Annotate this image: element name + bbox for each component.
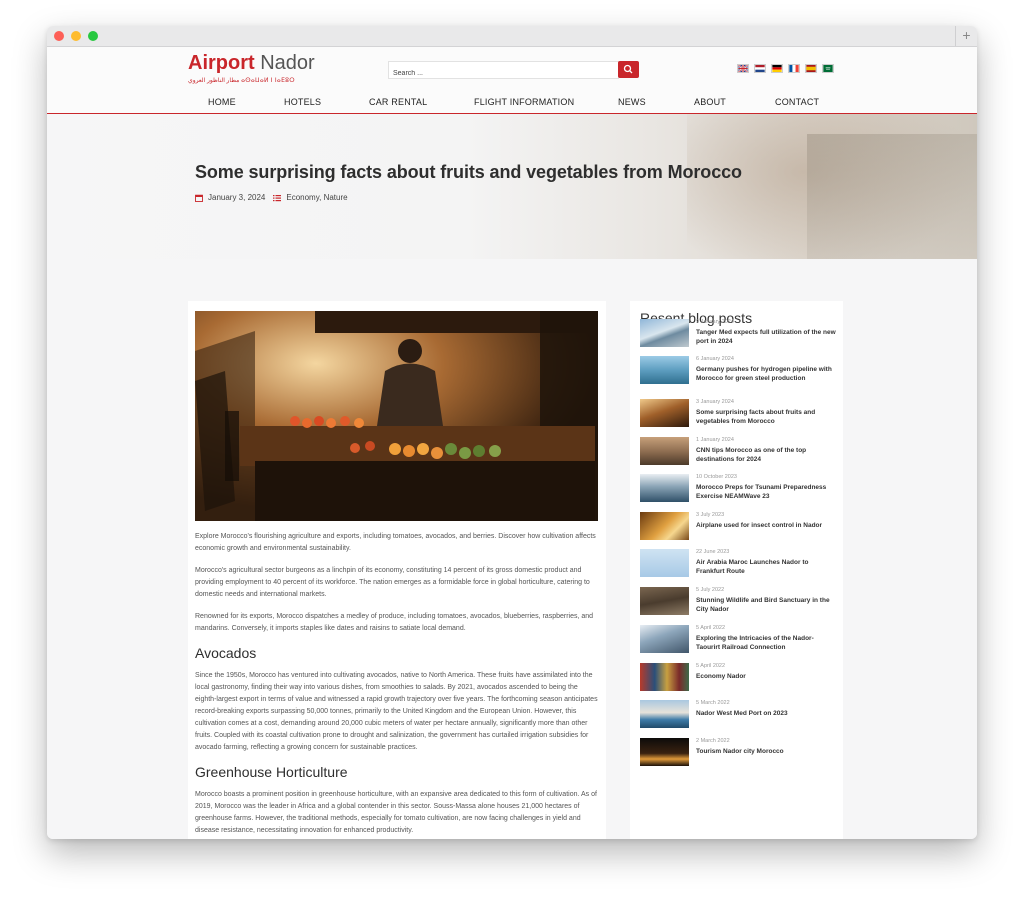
search-input[interactable]: [389, 65, 593, 82]
article-body: Explore Morocco's flourishing agricultur…: [195, 531, 600, 839]
post-date: 5 July 2022: [696, 587, 725, 593]
post-hero-banner: Some surprising facts about fruits and v…: [47, 114, 977, 259]
post-date: 22 June 2023: [696, 549, 730, 555]
paragraph-avocados: Since the 1950s, Morocco has ventured in…: [195, 672, 598, 751]
main-navigation: HOME HOTELS CAR RENTAL FLIGHT INFORMATIO…: [207, 97, 847, 109]
post-meta: January 3, 2024 Economy, Nature: [195, 193, 348, 202]
post-title: Some surprising facts about fruits and v…: [195, 162, 742, 182]
spain-flag-icon[interactable]: [805, 64, 817, 73]
post-thumbnail[interactable]: [640, 587, 689, 615]
post-date: 5 March 2022: [696, 700, 730, 706]
logo-word-airport: Airport: [188, 52, 255, 74]
post-thumbnail[interactable]: [640, 738, 689, 766]
post-date: 6 January 2024: [696, 356, 734, 362]
search-icon: [623, 64, 633, 74]
sidebar-post[interactable]: 6 January 2024 Germany pushes for hydroge…: [640, 356, 840, 386]
paragraph-greenhouse: Morocco boasts a prominent position in g…: [195, 791, 597, 834]
post-title-link[interactable]: Stunning Wildlife and Bird Sanctuary in …: [696, 596, 836, 614]
post-categories[interactable]: Economy, Nature: [286, 193, 347, 202]
sidebar-post[interactable]: 10 October 2023 Morocco Preps for Tsunami…: [640, 474, 840, 504]
paragraph-intro: Explore Morocco's flourishing agricultur…: [195, 533, 596, 552]
search-button[interactable]: [618, 61, 639, 78]
market-stall-illustration: [195, 311, 598, 521]
sidebar: Resent blog posts 9 January 2024 Tanger M…: [630, 301, 843, 839]
sidebar-post[interactable]: 5 July 2022 Stunning Wildlife and Bird Sa…: [640, 587, 840, 617]
post-thumbnail[interactable]: [640, 356, 689, 384]
post-title-link[interactable]: Airplane used for insect control in Nado…: [696, 521, 836, 530]
paragraph-exports: Renowned for its exports, Morocco dispat…: [195, 613, 594, 632]
post-title-link[interactable]: Air Arabia Maroc Launches Nador to Frank…: [696, 558, 836, 576]
new-tab-icon[interactable]: +: [955, 26, 977, 46]
browser-titlebar: +: [47, 26, 977, 47]
sidebar-post[interactable]: 1 January 2024 CNN tips Morocco as one of…: [640, 437, 840, 467]
post-thumbnail[interactable]: [640, 399, 689, 427]
post-date: 1 January 2024: [696, 437, 734, 443]
post-title-link[interactable]: Economy Nador: [696, 672, 836, 681]
france-flag-icon[interactable]: [788, 64, 800, 73]
post-title-link[interactable]: Germany pushes for hydrogen pipeline wit…: [696, 365, 836, 383]
paragraph-economy: Morocco's agricultural sector burgeons a…: [195, 567, 590, 598]
site-header: Airport Nador مطار الناظور العروي ⴰⵙⴰⵡⴰⵍ…: [47, 47, 977, 115]
heading-avocados: Avocados: [195, 645, 257, 661]
nav-home[interactable]: HOME: [208, 97, 236, 107]
post-date: 10 October 2023: [696, 474, 737, 480]
post-thumbnail[interactable]: [640, 625, 689, 653]
nav-car-rental[interactable]: CAR RENTAL: [369, 97, 427, 107]
minimize-window-button[interactable]: [71, 31, 81, 41]
post-date: 5 April 2022: [696, 625, 726, 631]
uk-flag-icon[interactable]: [737, 64, 749, 73]
post-date: 3 January 2024: [696, 399, 734, 405]
saudi-flag-icon[interactable]: [822, 64, 834, 73]
nav-hotels[interactable]: HOTELS: [284, 97, 321, 107]
post-title-link[interactable]: Some surprising facts about fruits and v…: [696, 408, 836, 426]
heading-greenhouse: Greenhouse Horticulture: [195, 764, 348, 780]
post-title-link[interactable]: CNN tips Morocco as one of the top desti…: [696, 446, 836, 464]
maximize-window-button[interactable]: [88, 31, 98, 41]
post-title-link[interactable]: Exploring the Intricacies of the Nador-T…: [696, 634, 836, 652]
calendar-icon: [195, 194, 203, 202]
browser-window: + Airport Nador مطار الناظور العروي ⴰⵙⴰⵡ…: [47, 26, 977, 839]
post-date: January 3, 2024: [208, 193, 266, 202]
search-box: [388, 61, 619, 82]
post-thumbnail[interactable]: [640, 319, 689, 347]
post-featured-image: [195, 311, 598, 521]
site-logo[interactable]: Airport Nador: [188, 51, 315, 75]
language-switcher: [737, 64, 834, 73]
logo-tagline: مطار الناظور العروي ⴰⵙⴰⵡⴰⵍ ⵏ ⵏⴰⴹⵓⵔ: [188, 78, 295, 84]
nav-flight-information[interactable]: FLIGHT INFORMATION: [474, 97, 574, 107]
post-date: 2 March 2022: [696, 738, 730, 744]
sidebar-post[interactable]: 3 July 2023 Airplane used for insect cont…: [640, 512, 840, 542]
sidebar-post[interactable]: 5 March 2022 Nador West Med Port on 2023: [640, 700, 840, 730]
nav-contact[interactable]: CONTACT: [775, 97, 819, 107]
post-title-link[interactable]: Morocco Preps for Tsunami Preparedness E…: [696, 483, 836, 501]
post-date: 3 July 2023: [696, 512, 725, 518]
post-thumbnail[interactable]: [640, 663, 689, 691]
category-list-icon: [273, 194, 282, 201]
post-title-link[interactable]: Tourism Nador city Morocco: [696, 747, 836, 756]
logo-word-nador: Nador: [260, 52, 315, 74]
nav-news[interactable]: NEWS: [618, 97, 646, 107]
sidebar-post[interactable]: 9 January 2024 Tanger Med expects full ut…: [640, 319, 840, 349]
netherlands-flag-icon[interactable]: [754, 64, 766, 73]
sidebar-post[interactable]: 3 January 2024 Some surprising facts abou…: [640, 399, 840, 429]
website: Airport Nador مطار الناظور العروي ⴰⵙⴰⵡⴰⵍ…: [47, 47, 977, 839]
post-title-link[interactable]: Nador West Med Port on 2023: [696, 709, 836, 718]
post-thumbnail[interactable]: [640, 549, 689, 577]
post-thumbnail[interactable]: [640, 512, 689, 540]
sidebar-post[interactable]: 2 March 2022 Tourism Nador city Morocco: [640, 738, 840, 768]
close-window-button[interactable]: [54, 31, 64, 41]
germany-flag-icon[interactable]: [771, 64, 783, 73]
post-date: 9 January 2024: [696, 319, 734, 325]
nav-about[interactable]: ABOUT: [694, 97, 726, 107]
post-date: 5 April 2022: [696, 663, 726, 669]
hero-background-shade: [807, 134, 977, 259]
post-thumbnail[interactable]: [640, 474, 689, 502]
sidebar-post[interactable]: 5 April 2022 Economy Nador: [640, 663, 840, 693]
sidebar-post[interactable]: 22 June 2023 Air Arabia Maroc Launches Na…: [640, 549, 840, 579]
sidebar-post[interactable]: 5 April 2022 Exploring the Intricacies of…: [640, 625, 840, 655]
post-title-link[interactable]: Tanger Med expects full utilization of t…: [696, 328, 836, 346]
post-thumbnail[interactable]: [640, 437, 689, 465]
post-thumbnail[interactable]: [640, 700, 689, 728]
